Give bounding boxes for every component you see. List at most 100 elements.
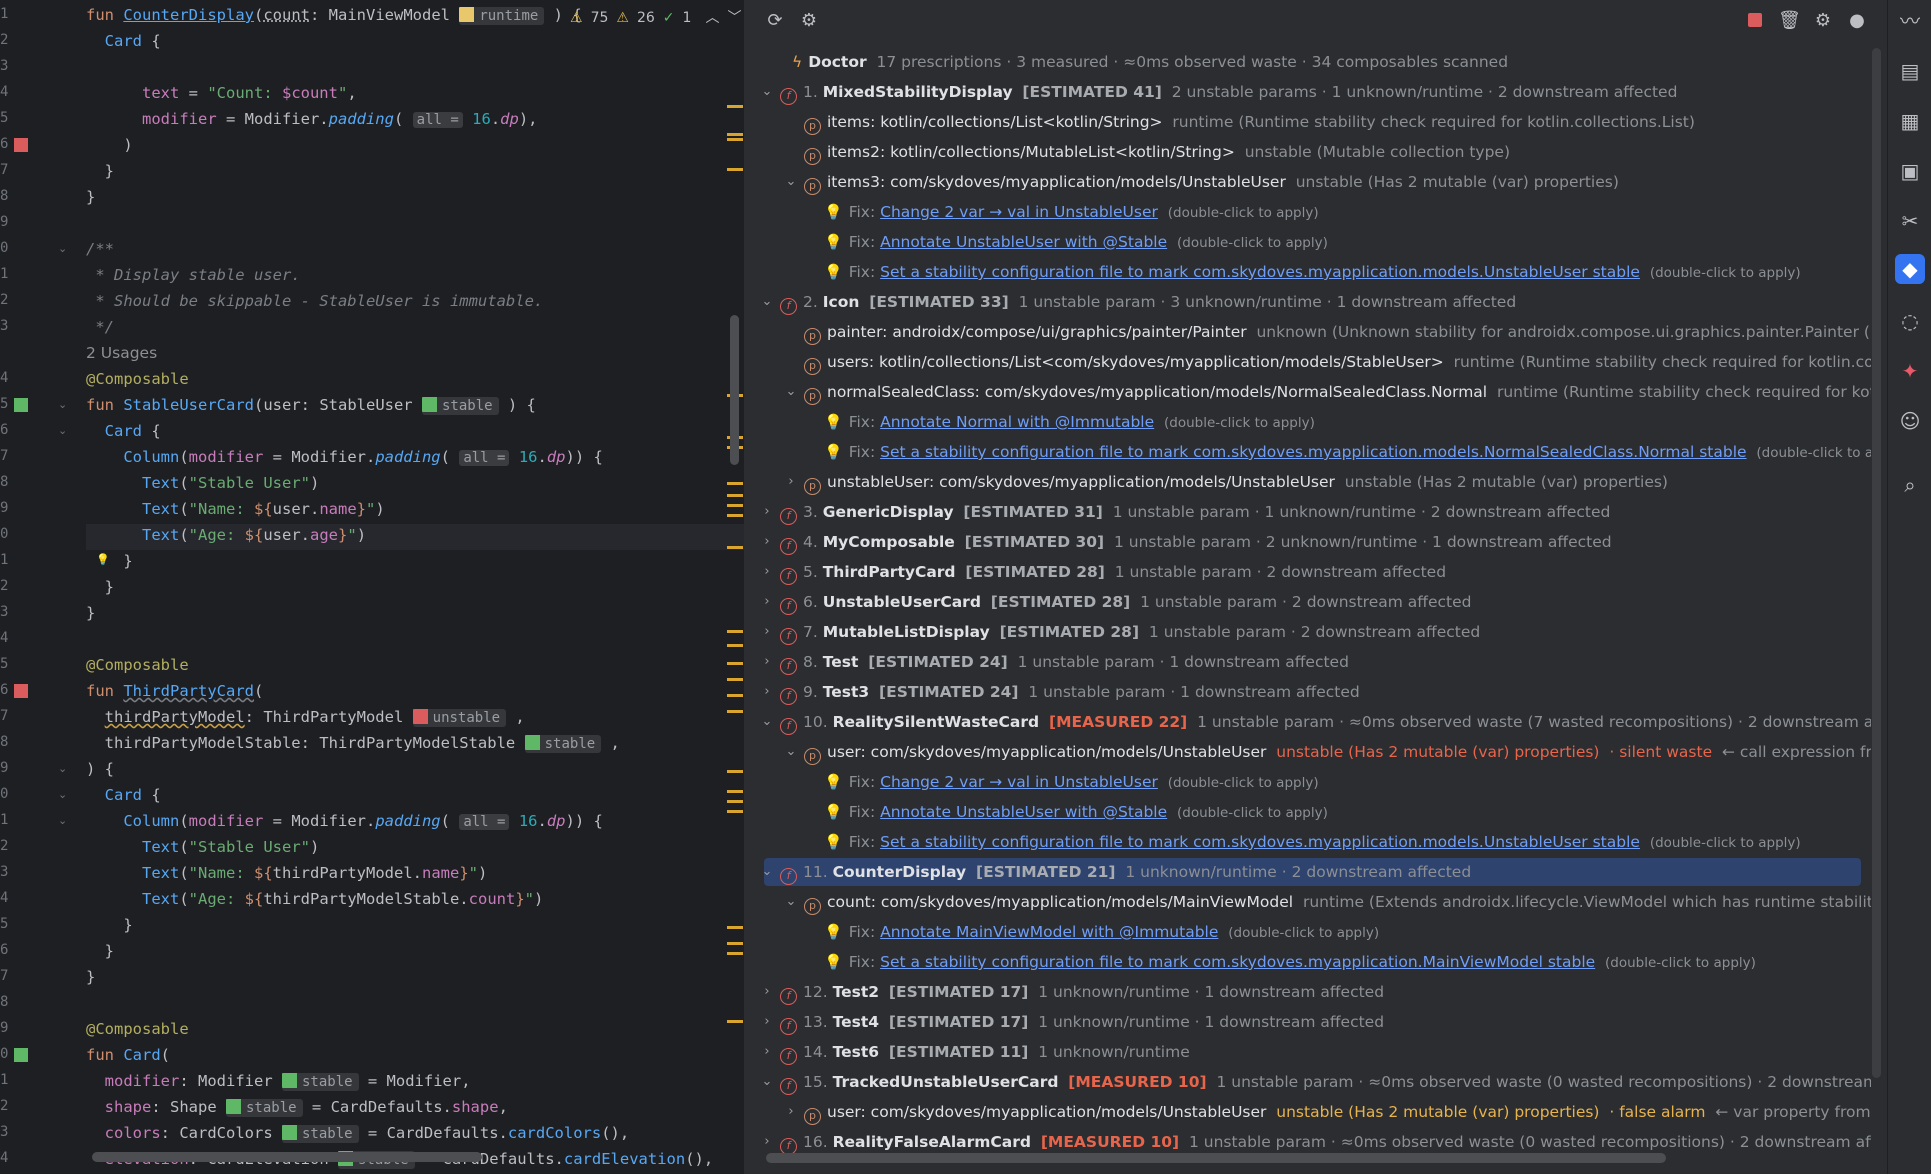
fix-item[interactable]: 💡 Fix: Set a stability configuration file… — [756, 438, 1871, 466]
composable-item[interactable]: › f 16. RealityFalseAlarmCard [MEASURED 10… — [756, 1128, 1871, 1156]
fix-link[interactable]: Annotate MainViewModel with @Immutable — [880, 923, 1218, 941]
parameter-item[interactable]: p items: kotlin/collections/List<kotlin/S… — [756, 108, 1871, 136]
panel-horizontal-scrollbar[interactable] — [766, 1153, 1666, 1163]
code-line[interactable]: text = "Count: $count", — [86, 80, 357, 106]
device-manager-icon[interactable]: ▤ — [1895, 56, 1925, 86]
composable-item[interactable]: › f 14. Test6 [ESTIMATED 11] 1 unknown/run… — [756, 1038, 1871, 1066]
code-line[interactable]: Column(modifier = Modifier.padding( all … — [86, 444, 603, 470]
editor-vertical-scrollbar[interactable] — [730, 315, 739, 465]
refresh-icon[interactable]: ⟳ — [764, 10, 786, 32]
chevron-right-icon[interactable]: › — [760, 498, 774, 526]
warning-stripe-mark[interactable] — [727, 133, 743, 136]
fix-item[interactable]: 💡 Fix: Annotate Normal with @Immutable (d… — [756, 408, 1871, 436]
previous-highlight-icon[interactable]: ︿ — [705, 8, 719, 28]
composable-item[interactable]: › f 12. Test2 [ESTIMATED 17] 1 unknown/run… — [756, 978, 1871, 1006]
warning-stripe-mark[interactable] — [727, 494, 743, 497]
chevron-right-icon[interactable]: › — [760, 558, 774, 586]
code-line[interactable]: Text("Stable User") — [86, 470, 319, 496]
composable-item[interactable]: › f 6. UnstableUserCard [ESTIMATED 28] 1 u… — [756, 588, 1871, 616]
code-line[interactable]: thirdPartyModel: ThirdPartyModel unstabl… — [86, 704, 525, 730]
notifications-icon[interactable]: 〰 — [1895, 6, 1925, 36]
code-line[interactable]: Text("Stable User") — [86, 834, 319, 860]
composable-item[interactable]: ⌄ f 15. TrackedUnstableUserCard [MEASURED … — [756, 1068, 1871, 1096]
parameter-item[interactable]: ⌄ p count: com/skydoves/myapplication/mode… — [756, 888, 1871, 916]
chevron-right-icon[interactable]: › — [760, 678, 774, 706]
fold-icon[interactable]: ⌄ — [58, 763, 70, 775]
code-line[interactable]: Card { — [86, 782, 161, 808]
warning-stripe-mark[interactable] — [727, 1020, 743, 1023]
warning-stripe-mark[interactable] — [727, 694, 743, 697]
code-line[interactable]: * Display stable user. — [86, 262, 300, 288]
fix-item[interactable]: 💡 Fix: Change 2 var → val in UnstableUser… — [756, 198, 1871, 226]
code-line[interactable]: } — [86, 912, 132, 938]
fold-icon[interactable]: ⌄ — [58, 243, 70, 255]
warning-stripe-mark[interactable] — [727, 790, 743, 793]
warning-stripe-mark[interactable] — [727, 800, 743, 803]
code-line[interactable]: fun StableUserCard(user: StableUser stab… — [86, 392, 536, 418]
panel-vertical-scrollbar[interactable] — [1872, 48, 1881, 1078]
chevron-right-icon[interactable]: › — [760, 1008, 774, 1036]
code-line[interactable]: colors: CardColors stable = CardDefaults… — [86, 1120, 629, 1146]
fix-link[interactable]: Set a stability configuration file to ma… — [880, 263, 1640, 281]
code-line[interactable]: /** — [86, 236, 114, 262]
code-line[interactable]: @Composable — [86, 652, 189, 678]
fix-link[interactable]: Annotate UnstableUser with @Stable — [880, 233, 1167, 251]
warning-stripe-mark[interactable] — [727, 926, 743, 929]
code-line[interactable]: modifier = Modifier.padding( all = 16.dp… — [86, 106, 538, 132]
stability-gutter-icon[interactable] — [14, 684, 28, 698]
fix-link[interactable]: Annotate Normal with @Immutable — [880, 413, 1154, 431]
fold-icon[interactable]: ⌄ — [58, 425, 70, 437]
warning-stripe-mark[interactable] — [727, 546, 743, 549]
code-line[interactable]: fun ThirdPartyCard( — [86, 678, 263, 704]
parameter-item[interactable]: › p unstableUser: com/skydoves/myapplicati… — [756, 468, 1871, 496]
code-line[interactable]: } — [86, 184, 95, 210]
inspect-icon[interactable]: ⌕ — [1895, 470, 1925, 500]
chevron-down-icon[interactable]: ⌄ — [784, 378, 798, 406]
code-line[interactable]: */ — [86, 314, 114, 340]
stability-gutter-icon[interactable] — [14, 398, 28, 412]
fix-item[interactable]: 💡 Fix: Change 2 var → val in UnstableUser… — [756, 768, 1871, 796]
code-line[interactable]: Text("Name: ${thirdPartyModel.name}") — [86, 860, 487, 886]
fix-link[interactable]: Set a stability configuration file to ma… — [880, 443, 1746, 461]
flamingo-icon[interactable]: ✦ — [1895, 356, 1925, 386]
warning-stripe-mark[interactable] — [727, 504, 743, 507]
trash-icon[interactable]: 🗑 — [1778, 10, 1801, 32]
composable-item[interactable]: › f 13. Test4 [ESTIMATED 17] 1 unknown/run… — [756, 1008, 1871, 1036]
composable-item[interactable]: › f 8. Test [ESTIMATED 24] 1 unstable para… — [756, 648, 1871, 676]
fix-link[interactable]: Set a stability configuration file to ma… — [880, 953, 1595, 971]
code-line[interactable]: } — [86, 548, 132, 574]
warning-stripe-mark[interactable] — [727, 482, 743, 485]
parameter-item[interactable]: p users: kotlin/collections/List<com/skyd… — [756, 348, 1871, 376]
code-line[interactable]: Text("Age: ${thirdPartyModelStable.count… — [86, 886, 543, 912]
fold-icon[interactable]: ⌄ — [58, 789, 70, 801]
composable-item[interactable]: ⌄ f 2. Icon [ESTIMATED 33] 1 unstable para… — [756, 288, 1871, 316]
parameter-item[interactable]: p items2: kotlin/collections/MutableList<… — [756, 138, 1871, 166]
settings-icon[interactable]: ⚙ — [798, 10, 820, 32]
composable-item[interactable]: ⌄ f 1. MixedStabilityDisplay [ESTIMATED 41… — [756, 78, 1871, 106]
composable-item[interactable]: › f 7. MutableListDisplay [ESTIMATED 28] 1… — [756, 618, 1871, 646]
chevron-down-icon[interactable]: ⌄ — [784, 888, 798, 916]
code-line[interactable]: } — [86, 158, 114, 184]
splitter[interactable] — [744, 0, 756, 1174]
chevron-right-icon[interactable]: › — [784, 468, 798, 496]
chevron-right-icon[interactable]: › — [760, 648, 774, 676]
error-stripe[interactable] — [727, 0, 744, 1174]
warning-stripe-mark[interactable] — [727, 952, 743, 955]
chevron-down-icon[interactable]: ⌄ — [764, 858, 774, 886]
composable-item[interactable]: ⌄ f 10. RealitySilentWasteCard [MEASURED 2… — [756, 708, 1871, 736]
code-line[interactable]: fun Card( — [86, 1042, 170, 1068]
code-line[interactable]: @Composable — [86, 1016, 189, 1042]
fix-item[interactable]: 💡 Fix: Set a stability configuration file… — [756, 258, 1871, 286]
chevron-down-icon[interactable]: ⌄ — [760, 78, 774, 106]
parameter-item[interactable]: › p user: com/skydoves/myapplication/model… — [756, 1098, 1871, 1126]
warning-stripe-mark[interactable] — [727, 662, 743, 665]
code-line[interactable]: ) — [86, 132, 132, 158]
stop-icon[interactable] — [1744, 10, 1766, 32]
stability-gutter-icon[interactable] — [14, 138, 28, 152]
code-line[interactable]: Text("Age: ${user.age}") — [86, 522, 366, 548]
code-line[interactable] — [86, 54, 123, 80]
code-editor[interactable]: 1 2 3 4 5 6 7 8 9 0 ⌄ 1 2 3 4 5 ⌄ 6 ⌄ 7 8 9 0 1 💡 2 3 4 5 6 7 8 9 ⌄ 0 ⌄ 1 ⌄ 2 3… — [0, 0, 744, 1174]
chevron-right-icon[interactable]: › — [760, 1038, 774, 1066]
gear-icon[interactable]: ⚙ — [1812, 10, 1834, 32]
warning-stripe-mark[interactable] — [727, 168, 743, 171]
